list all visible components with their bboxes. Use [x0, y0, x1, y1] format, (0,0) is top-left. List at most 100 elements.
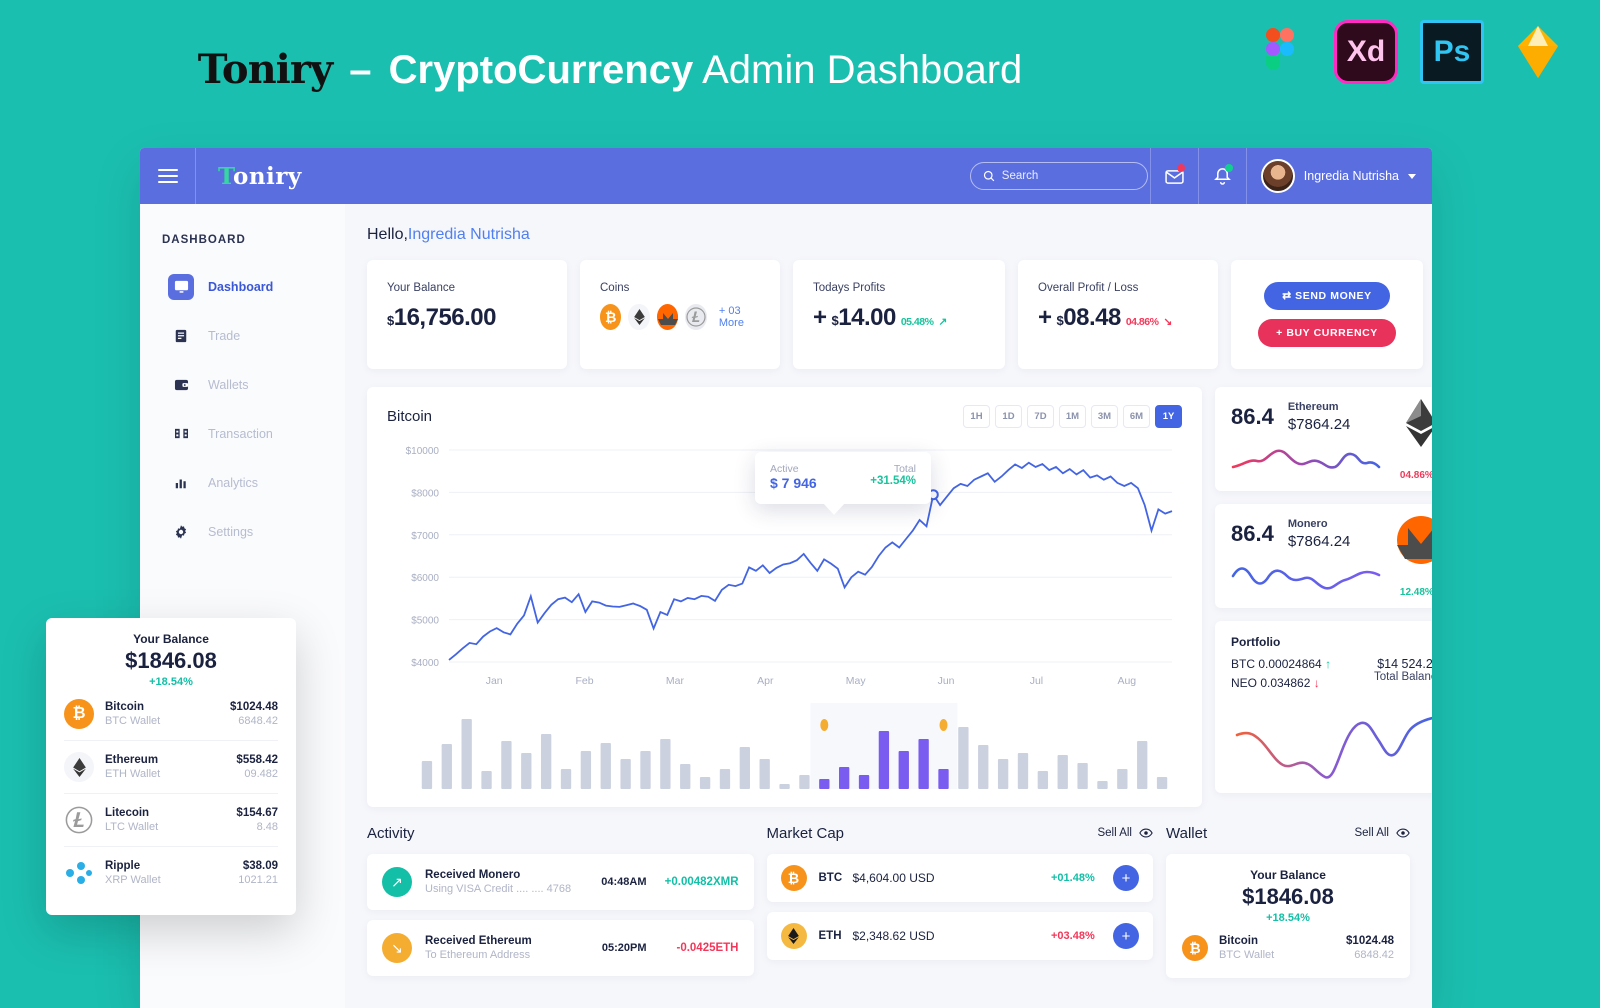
ethereum-icon: [64, 752, 94, 782]
coins-card: Coins ₿ + 03 More: [580, 260, 780, 369]
sidebar-item-analytics[interactable]: Analytics: [140, 458, 345, 507]
activity-subtitle: Using VISA Credit .... .... 4768: [425, 883, 572, 895]
svg-text:Aug: Aug: [1117, 675, 1136, 687]
add-btc-button[interactable]: +: [1113, 865, 1139, 891]
activity-text: Received Ethereum To Ethereum Address: [412, 935, 585, 961]
monero-info: Monero $7864.24: [1288, 518, 1351, 550]
topbar: Toniry Search Ingredia Nutrisha: [140, 148, 1432, 204]
sell-all-label: Sell All: [1097, 827, 1132, 839]
balance-value: $16,756.00: [387, 304, 547, 332]
portfolio-total: $14 524.26 Total Balance: [1374, 657, 1432, 683]
monero-price: $7864.24: [1287, 533, 1351, 550]
arrow-up-right-icon: ↗: [382, 867, 412, 897]
svg-text:$7000: $7000: [411, 531, 439, 542]
wallet-icon: [168, 372, 194, 398]
monero-icon[interactable]: [656, 304, 679, 330]
floating-wallet-card: Your Balance $1846.08 +18.54% ₿ Bitcoin …: [46, 618, 296, 915]
wallet-sell-all[interactable]: Sell All: [1354, 827, 1410, 839]
chart-plot-area: $10000 $8000 $7000 $6000 $5000 $4000 Jan Feb Mar…: [387, 442, 1182, 793]
add-eth-button[interactable]: +: [1113, 923, 1139, 949]
sell-all-label: Sell All: [1354, 827, 1389, 839]
svg-text:$4000: $4000: [411, 658, 439, 669]
ethereum-info: Ethereum $7864.24: [1288, 401, 1351, 433]
wallet-row[interactable]: ₿ Bitcoin BTC Wallet $1024.48 6848.42: [1182, 924, 1394, 972]
sidebar-item-label: Analytics: [208, 475, 259, 490]
monero-pct: 12.48% ↗: [1400, 587, 1432, 598]
float-coin-amount: 09.482: [244, 768, 278, 780]
float-coin-name: Bitcoin: [105, 701, 144, 713]
float-wallet-row[interactable]: Ripple XRP Wallet $38.09 1021.21: [64, 847, 278, 899]
market-cap-price: $4,604.00 USD: [852, 871, 935, 885]
float-balance-value: $1846.08: [125, 648, 217, 673]
list-icon: [168, 323, 194, 349]
bitcoin-icon: ₿: [1182, 935, 1208, 961]
sidebar-item-wallets[interactable]: Wallets: [140, 360, 345, 409]
coins-more-link[interactable]: + 03 More: [719, 305, 760, 329]
litecoin-icon[interactable]: [685, 304, 707, 330]
tooltip-total-value: +31.54%: [870, 475, 916, 487]
range-1h[interactable]: 1H: [963, 405, 990, 428]
promo-bold-text: CryptoCurrency: [388, 48, 694, 92]
notifications-badge: [1224, 164, 1233, 172]
notifications-button[interactable]: [1197, 148, 1246, 204]
activity-row[interactable]: ↘ Received Ethereum To Ethereum Address …: [367, 920, 754, 976]
search-wrap: Search: [969, 162, 1150, 190]
market-cap-header: Market Cap Sell All: [767, 823, 1154, 843]
arrow-down-right-icon: ↘: [382, 933, 412, 963]
figma-icon: [1248, 20, 1312, 84]
activity-row[interactable]: ↗ Received Monero Using VISA Credit ....…: [367, 854, 754, 910]
range-3m[interactable]: 3M: [1091, 405, 1118, 428]
bitcoin-icon[interactable]: ₿: [600, 304, 622, 330]
float-wallet-row[interactable]: Ethereum ETH Wallet $558.42 09.482: [64, 741, 278, 794]
chart-title: Bitcoin: [387, 408, 433, 425]
sidebar-item-settings[interactable]: Settings: [140, 507, 345, 556]
range-7d[interactable]: 7D: [1027, 405, 1054, 428]
app-logo[interactable]: Toniry: [196, 163, 302, 190]
market-cap-sell-all[interactable]: Sell All: [1097, 827, 1153, 839]
bottom-section: Activity ↗ Received Monero Using VISA Cr…: [367, 823, 1410, 986]
ethereum-number: 86.4: [1231, 404, 1274, 429]
float-coin-name: Litecoin: [105, 807, 150, 819]
tooltip-arrow: [823, 503, 845, 515]
todays-profits-card: Todays Profits + $14.00 05.48% ↗: [793, 260, 1005, 369]
sidebar-item-transaction[interactable]: Transaction: [140, 409, 345, 458]
activity-header: Activity: [367, 823, 754, 843]
activity-title-text: Received Ethereum: [425, 935, 532, 947]
volume-bar-chart[interactable]: [387, 703, 1182, 793]
trend-up-icon: ↗: [938, 316, 947, 328]
range-1m[interactable]: 1M: [1059, 405, 1086, 428]
arrow-down-icon: ↓: [1313, 676, 1320, 690]
transaction-icon: [168, 421, 194, 447]
messages-button[interactable]: [1149, 148, 1198, 204]
float-balance-label: Your Balance: [133, 632, 209, 646]
buy-currency-button[interactable]: + BUY CURRENCY: [1258, 319, 1396, 347]
arrow-up-icon: ↑: [1325, 657, 1332, 671]
send-money-button[interactable]: ⇄ SEND MONEY: [1264, 282, 1390, 310]
chart-tooltip: Active Total $ 7 946 +31.54%: [755, 452, 931, 515]
menu-toggle-button[interactable]: [140, 148, 196, 204]
bar-chart-icon: [168, 470, 194, 496]
range-1y[interactable]: 1Y: [1155, 405, 1182, 428]
market-cap-row[interactable]: ₿ BTC $4,604.00 USD +01.48% +: [766, 854, 1153, 902]
balance-label: Your Balance: [387, 282, 455, 294]
market-cap-price: $2,348.62 USD: [852, 929, 935, 943]
activity-amount: +0.00482XMR: [664, 876, 739, 888]
ethereum-price: $7864.24: [1287, 416, 1351, 433]
ethereum-icon: [780, 923, 807, 949]
activity-column: Activity ↗ Received Monero Using VISA Cr…: [367, 823, 754, 986]
hamburger-icon: [157, 169, 178, 183]
profile-menu[interactable]: Ingredia Nutrisha: [1245, 148, 1432, 204]
float-wallet-row[interactable]: ₿ Bitcoin BTC Wallet $1024.48 6848.42: [64, 688, 278, 741]
sidebar-item-dashboard[interactable]: Dashboard: [140, 262, 345, 311]
market-cap-row[interactable]: ETH $2,348.62 USD +03.48% +: [766, 912, 1153, 960]
sidebar-item-trade[interactable]: Trade: [140, 311, 345, 360]
float-wallet-row[interactable]: Litecoin LTC Wallet $154.67 8.48: [64, 794, 278, 847]
search-input[interactable]: Search: [969, 162, 1148, 190]
sidebar-item-label: Wallets: [208, 377, 249, 392]
range-6m[interactable]: 6M: [1123, 405, 1150, 428]
range-1d[interactable]: 1D: [995, 405, 1022, 428]
ethereum-icon[interactable]: [628, 304, 650, 330]
balance-card: Your Balance $16,756.00: [367, 260, 567, 369]
portfolio-total-value: $14 524.26: [1377, 657, 1432, 671]
float-row-values: $558.42 09.482: [236, 754, 278, 780]
